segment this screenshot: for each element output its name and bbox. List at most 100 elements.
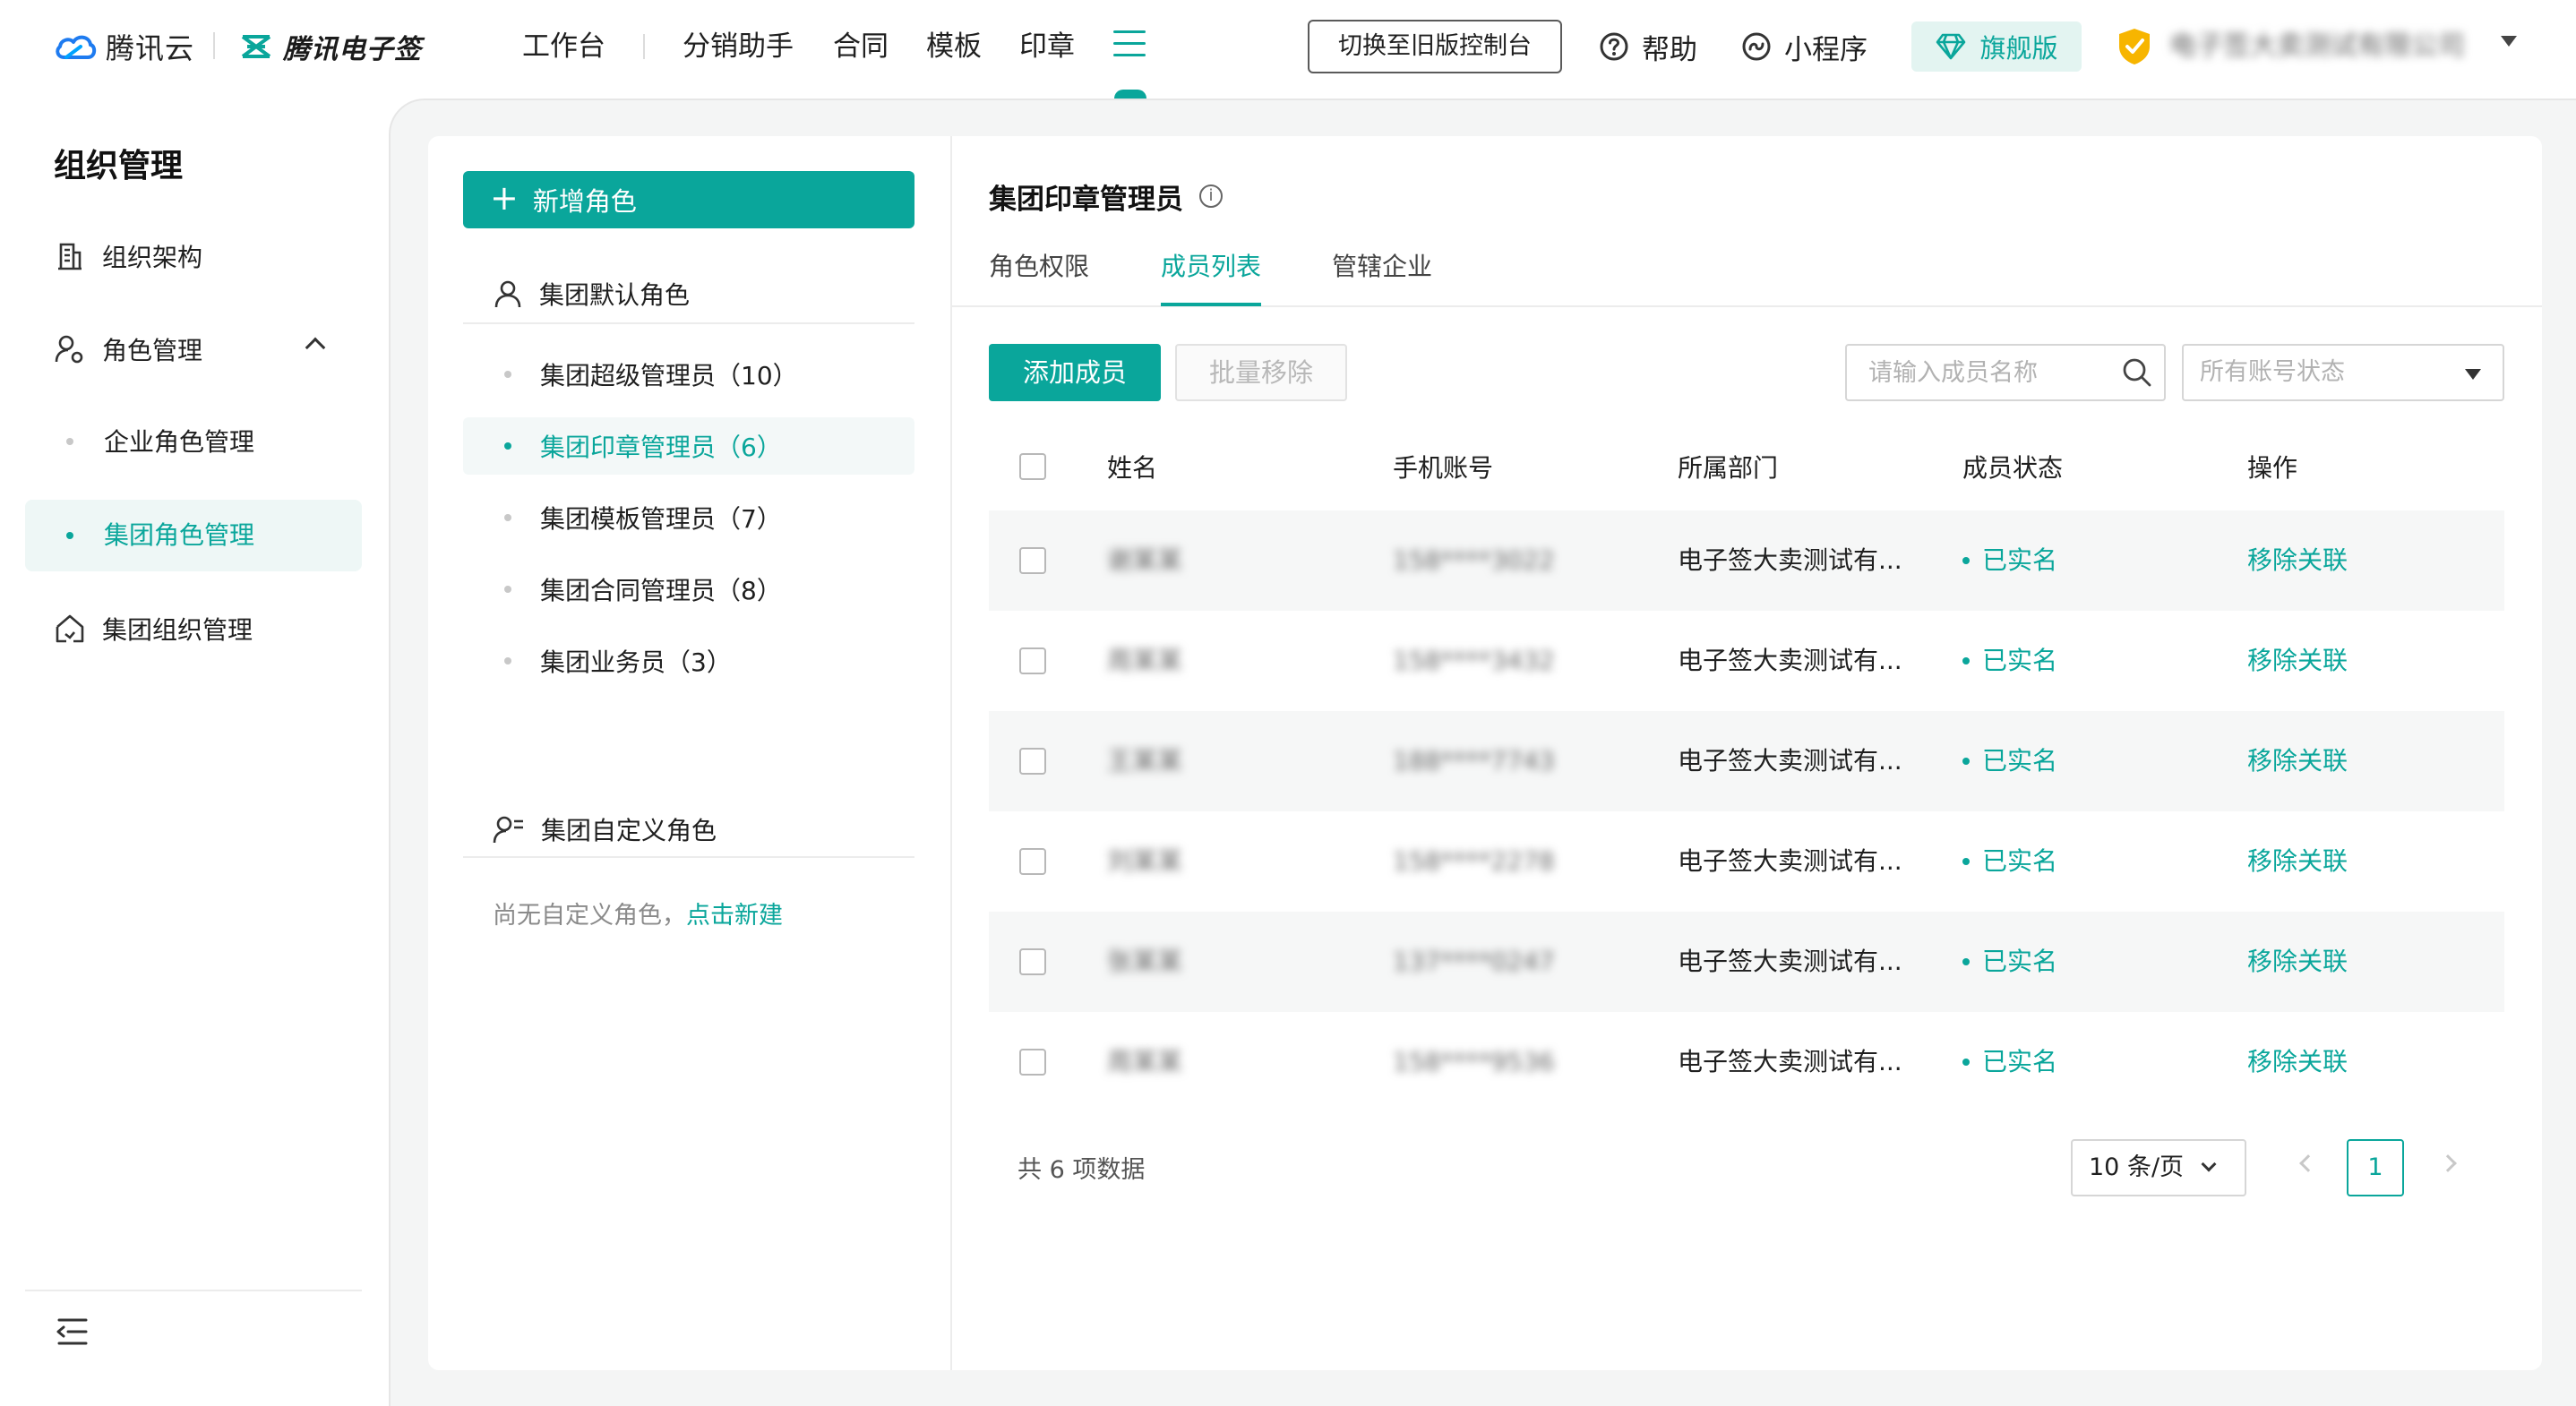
add-role-label: 新增角色	[532, 186, 637, 217]
row-checkbox[interactable]	[1019, 848, 1046, 875]
tab-role-permissions[interactable]: 角色权限	[989, 247, 1089, 287]
cloud-logo-icon	[56, 35, 97, 59]
account-status-placeholder: 所有账号状态	[2200, 358, 2345, 386]
sidebar-item-org-structure[interactable]: 组织架构	[54, 229, 202, 283]
nav-workbench[interactable]: 工作台	[522, 27, 605, 66]
member-status: 已实名	[1962, 611, 2057, 711]
group-divider	[463, 322, 914, 324]
role-label: 集团业务员（3）	[540, 647, 732, 677]
column-header-name: 姓名	[1107, 453, 1158, 483]
nav-templates[interactable]: 模板	[926, 27, 982, 66]
role-label: 集团超级管理员（10）	[540, 361, 798, 390]
help-link[interactable]: 帮助	[1599, 27, 1697, 66]
question-circle-icon	[1600, 32, 1628, 61]
submenu-dot	[66, 438, 73, 445]
member-phone: 158****2278	[1393, 846, 1555, 876]
panel-divider	[950, 136, 952, 1370]
create-custom-role-link[interactable]: 点击新建	[686, 902, 783, 930]
account-status-select[interactable]: 所有账号状态	[2182, 344, 2504, 401]
default-roles-header: 集团默认角色	[493, 269, 690, 319]
nav-contracts[interactable]: 合同	[833, 27, 889, 66]
custom-empty-text: 尚无自定义角色，	[493, 902, 686, 930]
group-org-icon	[56, 614, 84, 643]
table-row: 张某某 137****0247 电子签大卖测试有... 已实名 移除关联	[989, 912, 2504, 1012]
add-member-button[interactable]: 添加成员	[989, 344, 1161, 401]
member-name: 刘某某	[1107, 846, 1183, 876]
role-item-contract-admin[interactable]: 集团合同管理员（8）	[463, 561, 914, 618]
search-icon[interactable]	[2121, 356, 2153, 389]
member-status: 已实名	[1962, 510, 2057, 611]
nav-distribution-assistant[interactable]: 分销助手	[683, 27, 794, 66]
remove-association-link[interactable]: 移除关联	[2247, 912, 2348, 1012]
sidebar-item-role-management[interactable]: 角色管理	[54, 322, 202, 376]
table-row: 王某某 188****7743 电子签大卖测试有... 已实名 移除关联	[989, 711, 2504, 811]
custom-roles-label: 集团自定义角色	[541, 816, 717, 845]
status-dot	[1962, 657, 1970, 664]
mini-program-icon	[1742, 32, 1771, 61]
sidebar-subitem-group-roles[interactable]: 集团角色管理	[104, 509, 254, 562]
column-header-phone: 手机账号	[1393, 453, 1494, 483]
role-item-super-admin[interactable]: 集团超级管理员（10）	[463, 346, 914, 403]
tencent-cloud-logo[interactable]: 腾讯云	[54, 25, 194, 68]
select-all-checkbox[interactable]	[1019, 453, 1046, 480]
row-checkbox[interactable]	[1019, 748, 1046, 775]
role-item-template-admin[interactable]: 集团模板管理员（7）	[463, 489, 914, 546]
batch-remove-button[interactable]: 批量移除	[1175, 344, 1347, 401]
collapse-sidebar-icon[interactable]	[54, 1316, 90, 1347]
status-label: 已实名	[1982, 846, 2058, 876]
page-size-select[interactable]: 10 条/页	[2071, 1139, 2246, 1196]
status-label: 已实名	[1982, 646, 2058, 675]
remove-association-link[interactable]: 移除关联	[2247, 711, 2348, 811]
sidebar-subitem-enterprise-roles[interactable]: 企业角色管理	[104, 416, 254, 469]
verified-shield-icon	[2119, 29, 2150, 64]
tab-member-list[interactable]: 成员列表	[1161, 247, 1261, 287]
caret-down-icon[interactable]	[2501, 36, 2517, 47]
member-phone: 137****0247	[1393, 947, 1555, 976]
role-dot	[504, 371, 511, 378]
table-row: 谢某某 158****3022 电子签大卖测试有... 已实名 移除关联	[989, 510, 2504, 611]
add-role-button[interactable]: + 新增角色	[463, 171, 914, 228]
mini-program-label: 小程序	[1784, 33, 1868, 66]
nav-seals[interactable]: 印章	[1019, 27, 1075, 66]
info-icon[interactable]: i	[1199, 184, 1223, 208]
role-label: 集团合同管理员（8）	[540, 576, 782, 605]
tab-managed-enterprises[interactable]: 管辖企业	[1332, 247, 1432, 287]
member-search-input[interactable]	[1845, 344, 2166, 401]
org-building-icon	[58, 243, 82, 270]
remove-association-link[interactable]: 移除关联	[2247, 811, 2348, 912]
row-checkbox[interactable]	[1019, 547, 1046, 574]
sidebar-item-group-org[interactable]: 集团组织管理	[54, 602, 253, 656]
role-detail-title: 集团印章管理员 i	[989, 176, 1223, 217]
mini-program-link[interactable]: 小程序	[1741, 27, 1868, 66]
user-list-icon	[493, 816, 523, 844]
status-label: 已实名	[1982, 1047, 2058, 1076]
role-dot	[504, 586, 511, 593]
company-name[interactable]: 电子签大卖测试有限公司	[2169, 27, 2490, 66]
status-dot	[1962, 858, 1970, 865]
member-department: 电子签大卖测试有...	[1678, 1047, 1902, 1076]
role-dot	[504, 442, 511, 450]
remove-association-link[interactable]: 移除关联	[2247, 611, 2348, 711]
row-checkbox[interactable]	[1019, 948, 1046, 975]
member-phone: 158****9536	[1393, 1047, 1555, 1076]
current-page-button[interactable]: 1	[2347, 1139, 2404, 1196]
remove-association-link[interactable]: 移除关联	[2247, 510, 2348, 611]
row-checkbox[interactable]	[1019, 1049, 1046, 1076]
role-item-seal-admin[interactable]: 集团印章管理员（6）	[463, 417, 914, 475]
esign-logo[interactable]: 腾讯电子签	[240, 25, 422, 68]
role-item-salesperson[interactable]: 集团业务员（3）	[463, 632, 914, 690]
sidebar-title: 组织管理	[54, 148, 184, 184]
top-navigation-bar: 腾讯云 腾讯电子签 工作台 分销助手 合同 模板 印章 切换至旧版控制台 帮助 …	[0, 0, 2576, 99]
row-checkbox[interactable]	[1019, 647, 1046, 674]
switch-old-console-button[interactable]: 切换至旧版控制台	[1308, 20, 1562, 73]
user-icon	[494, 280, 521, 308]
esign-brand-name: 腾讯电子签	[283, 34, 422, 65]
member-department: 电子签大卖测试有...	[1678, 646, 1902, 675]
role-dot	[504, 514, 511, 521]
remove-association-link[interactable]: 移除关联	[2247, 1012, 2348, 1112]
hamburger-menu-icon[interactable]	[1113, 30, 1146, 61]
sidebar	[0, 93, 389, 1406]
group-divider	[463, 856, 914, 858]
sidebar-item-label: 角色管理	[102, 336, 203, 365]
flagship-edition-badge[interactable]: 旗舰版	[1911, 21, 2082, 72]
